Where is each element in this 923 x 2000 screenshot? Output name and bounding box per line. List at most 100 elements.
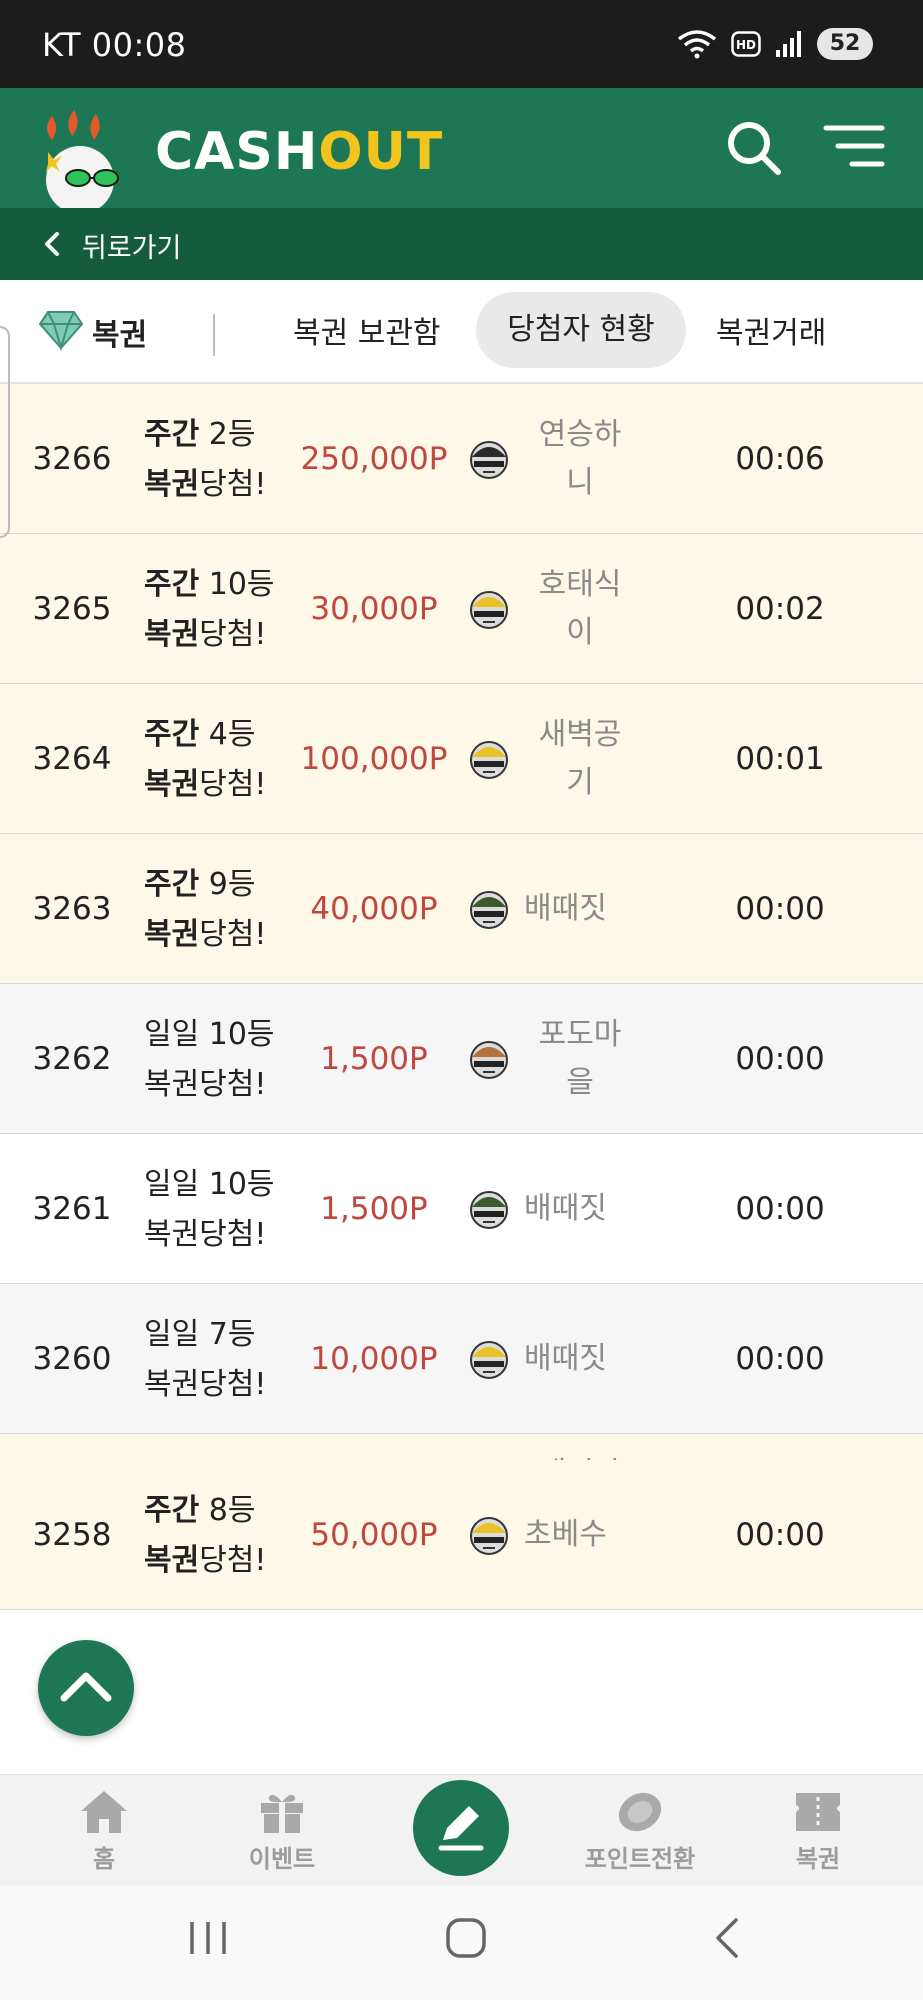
user-avatar-icon	[470, 591, 508, 629]
battery-icon: 52	[817, 28, 873, 60]
nickname-line: 배때짓	[524, 1341, 607, 1376]
lotto-rank: 4등	[199, 717, 256, 752]
lotto-word: 복권	[144, 1217, 200, 1252]
lotto-word: 복권	[144, 617, 200, 652]
nickname-line: 니	[566, 465, 594, 500]
draw-number: 3260	[32, 1341, 112, 1377]
svg-text:HD: HD	[736, 38, 756, 52]
lotto-type: 주간 4등복권당첨!	[144, 710, 266, 810]
nav-home[interactable]: 홈	[34, 1789, 174, 1874]
nav-lotto[interactable]: 복권	[748, 1789, 888, 1874]
winner-nickname[interactable]: 새벽공기	[520, 684, 640, 834]
nav-event-label: 이벤트	[248, 1845, 316, 1873]
draw-number: 3264	[32, 741, 112, 777]
user-avatar-icon	[470, 891, 508, 929]
nav-event[interactable]: 이벤트	[212, 1789, 352, 1874]
prize-amount: 10,000P	[310, 1341, 438, 1377]
prize-amount: 30,000P	[310, 591, 438, 627]
lotto-kind: 주간	[144, 717, 200, 752]
winner-row: 3262 일일 10등 복권당첨! 1,500P 포도마 을 00:00	[0, 984, 923, 1134]
winner-nickname[interactable]: 배때짓	[524, 1134, 644, 1284]
lotto-rank: 2등	[199, 417, 256, 452]
recent-apps-icon[interactable]	[186, 1916, 230, 1960]
home-icon	[81, 1791, 127, 1833]
nav-point-label: 포인트전환	[584, 1845, 696, 1873]
lotto-word: 복권	[144, 767, 200, 802]
win-suffix: 당첨!	[199, 1067, 267, 1102]
winner-row: 3266 주간 2등 복권당첨! 250,000P 연승하 니 00:06	[0, 384, 923, 534]
win-time: 00:00	[735, 1341, 825, 1377]
nickname-line: 포도마	[538, 1017, 622, 1052]
tab-lotto-storage[interactable]: 복권 보관함	[293, 308, 441, 352]
lotto-type: 일일 7등 복권당첨!	[144, 1310, 266, 1410]
nickname-line: 기	[566, 765, 594, 800]
pencil-icon	[438, 1806, 484, 1851]
home-nav-icon[interactable]	[444, 1916, 488, 1960]
lotto-type: 주간 9등 복권당첨!	[144, 860, 266, 960]
prize-amount: 250,000P	[300, 441, 448, 477]
user-avatar-icon	[470, 1341, 508, 1379]
lotto-rank: 8등	[199, 1493, 256, 1528]
nav-home-label: 홈	[92, 1845, 116, 1873]
nickname-line: 연승하	[538, 417, 622, 452]
wifi-icon	[677, 30, 717, 59]
logo-text-cash: CASH	[155, 122, 319, 182]
search-icon[interactable]	[722, 116, 786, 180]
winner-row: 3265 주간 10등 복권당첨! 30,000P 호태식 이 00:02	[0, 534, 923, 684]
chevron-up-icon	[60, 1672, 112, 1702]
winner-nickname[interactable]: 포도마 을	[520, 984, 640, 1134]
chevron-left-icon	[45, 232, 59, 256]
hd-icon: HD	[731, 31, 761, 57]
coin-icon	[618, 1792, 662, 1832]
user-avatar-icon	[470, 441, 508, 479]
prize-amount: 100,000P	[300, 741, 448, 777]
draw-number: 3258	[32, 1517, 112, 1553]
nickname-line: 초베수	[524, 1517, 607, 1552]
lotto-rank: 10등	[199, 1017, 275, 1052]
write-button[interactable]	[413, 1780, 509, 1876]
lotto-type: 일일 10등 복권당첨!	[144, 1160, 275, 1260]
status-bar: KT 00:08 HD 52	[0, 0, 923, 88]
win-suffix: 당첨!	[199, 1367, 267, 1402]
winner-nickname[interactable]: 초베수	[524, 1460, 644, 1610]
winner-nickname[interactable]: 호태식 이	[520, 534, 640, 684]
app-logo[interactable]: CASHOUT	[155, 122, 443, 182]
prize-amount: 50,000P	[310, 1517, 438, 1553]
back-label: 뒤로가기	[82, 233, 182, 264]
nickname-line: 새벽공	[538, 717, 622, 752]
back-nav-icon[interactable]	[706, 1916, 750, 1960]
nav-point-exchange[interactable]: 포인트전환	[570, 1789, 710, 1874]
user-avatar-icon	[470, 1041, 508, 1079]
win-time: 00:01	[735, 741, 825, 777]
winner-row: 3260 일일 7등 복권당첨! 10,000P 배때짓 00:00	[0, 1284, 923, 1434]
win-time: 00:00	[735, 891, 825, 927]
tab-bar: 복권 복권 보관함 당첨자 현황 복권거래	[0, 280, 923, 384]
status-icons: HD 52	[677, 28, 873, 60]
diamond-icon	[38, 311, 84, 352]
lotto-word: 복권	[144, 1543, 200, 1578]
signal-icon	[776, 31, 801, 57]
user-avatar-icon	[470, 741, 508, 779]
tab-lotto-trade[interactable]: 복권거래	[716, 308, 826, 352]
winner-row: 3261 일일 10등 복권당첨! 1,500P 배때짓 00:00	[0, 1134, 923, 1284]
lotto-word: 복권	[144, 467, 200, 502]
lotto-type: 주간 8등 복권당첨!	[144, 1486, 266, 1586]
side-drawer-handle[interactable]	[0, 326, 10, 538]
winner-nickname[interactable]: 배때짓	[524, 1284, 644, 1434]
back-button[interactable]: 뒤로가기	[0, 208, 923, 280]
menu-icon[interactable]	[822, 120, 886, 176]
win-suffix: 당첨!	[199, 767, 267, 802]
tab-divider	[213, 314, 215, 356]
win-suffix: 당첨!	[199, 467, 267, 502]
nickname-line: 배때짓	[524, 891, 607, 926]
lotto-kind: 일일	[144, 1017, 200, 1052]
draw-number: 3263	[32, 891, 112, 927]
tab-lotto-title[interactable]: 복권	[92, 310, 147, 354]
system-nav-bar	[0, 1886, 923, 2000]
winner-nickname[interactable]: 배때짓	[524, 834, 644, 984]
win-time: 00:06	[735, 441, 825, 477]
scroll-top-button[interactable]	[38, 1640, 134, 1736]
winner-nickname[interactable]: 연승하니	[520, 384, 640, 534]
win-time: 00:02	[735, 591, 825, 627]
tab-winners[interactable]: 당첨자 현황	[476, 292, 686, 368]
